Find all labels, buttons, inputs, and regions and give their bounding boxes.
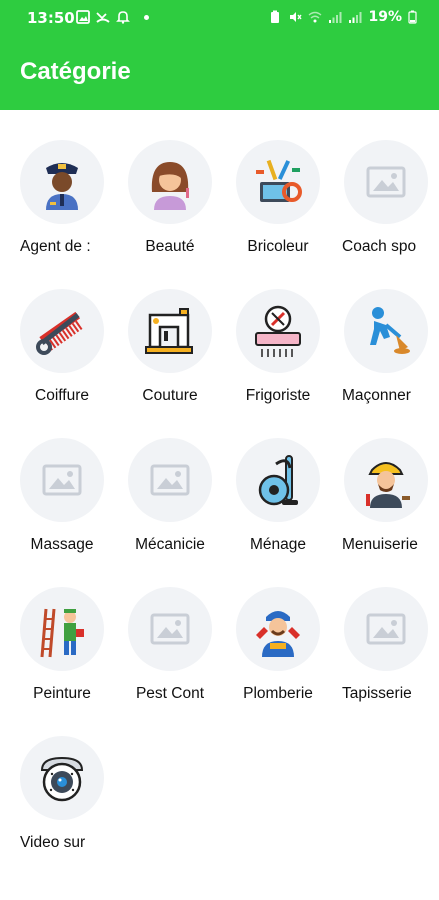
system-icons: 19%	[268, 9, 417, 25]
battery-icon	[408, 10, 417, 24]
category-icon-frame	[236, 140, 320, 224]
category-label: Video sur	[20, 834, 86, 851]
category-item-maconnerie[interactable]: Maçonner	[342, 289, 439, 429]
category-icon-frame	[128, 587, 212, 671]
category-label: Agent de :	[20, 238, 91, 255]
category-label: Bricoleur	[247, 238, 309, 255]
category-label: Pest Cont	[135, 685, 205, 702]
image-placeholder-icon	[150, 464, 190, 496]
category-item-plomberie[interactable]: Plomberie	[236, 587, 344, 727]
category-label: Frigoriste	[245, 387, 311, 404]
security-guard-icon	[46, 163, 78, 210]
category-icon-frame	[128, 140, 212, 224]
category-item-video-surveillance[interactable]: Video sur	[20, 736, 128, 876]
category-item-beaute[interactable]: Beauté	[128, 140, 236, 280]
category-item-pest-control[interactable]: Pest Cont	[128, 587, 236, 727]
app-header: 13:50 19% Catégorie	[0, 0, 439, 110]
category-item-coach-sportif[interactable]: Coach spo	[342, 140, 439, 280]
image-placeholder-icon	[42, 464, 82, 496]
image-icon	[76, 10, 90, 24]
page-title: Catégorie	[20, 58, 131, 85]
category-icon-frame	[344, 289, 428, 373]
category-item-couture[interactable]: Couture	[128, 289, 236, 429]
category-icon-frame	[20, 140, 104, 224]
category-icon-frame	[20, 438, 104, 522]
notification-icons	[76, 10, 149, 24]
battery-saver-icon	[271, 10, 280, 23]
wifi-icon	[309, 11, 322, 23]
category-icon-frame	[344, 587, 428, 671]
category-icon-frame	[236, 289, 320, 373]
category-label: Menuiserie	[342, 536, 418, 553]
category-item-tapisserie[interactable]: Tapisserie	[342, 587, 439, 727]
vacuum-cleaner-icon	[258, 455, 298, 506]
category-label: Peinture	[33, 685, 91, 702]
category-item-frigoriste[interactable]: Frigoriste	[236, 289, 344, 429]
signal-icon	[349, 12, 362, 23]
category-label: Couture	[142, 387, 198, 404]
category-icon-frame	[20, 736, 104, 820]
category-item-massage[interactable]: Massage	[20, 438, 128, 578]
carpenter-icon	[366, 462, 410, 508]
mason-worker-icon	[370, 307, 410, 354]
category-label: Plomberie	[243, 685, 313, 702]
battery-percent: 19%	[368, 9, 402, 25]
category-item-peinture[interactable]: Peinture	[20, 587, 128, 727]
category-label: Tapisserie	[342, 685, 412, 702]
category-icon-frame	[236, 587, 320, 671]
category-item-agent[interactable]: Agent de :	[20, 140, 128, 280]
category-label: Beauté	[145, 238, 195, 255]
category-icon-frame	[128, 438, 212, 522]
category-label: Maçonner	[342, 387, 411, 404]
category-icon-frame	[20, 587, 104, 671]
category-label: Coach spo	[342, 238, 417, 255]
category-icon-frame	[344, 140, 428, 224]
category-icon-frame	[236, 438, 320, 522]
tools-icon	[256, 159, 302, 202]
painter-icon	[40, 608, 84, 658]
status-bar: 13:50 19%	[0, 0, 439, 38]
image-placeholder-icon	[366, 613, 406, 645]
sewing-machine-icon	[145, 308, 193, 354]
category-label: Ménage	[249, 536, 306, 553]
air-conditioner-icon	[255, 305, 301, 357]
category-item-mecanicien[interactable]: Mécanicie	[128, 438, 236, 578]
image-placeholder-icon	[150, 613, 190, 645]
scissors-comb-icon	[36, 311, 83, 355]
category-item-bricoleur[interactable]: Bricoleur	[236, 140, 344, 280]
security-camera-icon	[40, 756, 84, 802]
category-label: Mécanicie	[135, 536, 205, 553]
bell-icon	[116, 11, 130, 24]
category-item-coiffure[interactable]: Coiffure	[20, 289, 128, 429]
category-icon-frame	[128, 289, 212, 373]
category-icon-frame	[344, 438, 428, 522]
category-item-menuiserie[interactable]: Menuiserie	[342, 438, 439, 578]
woman-beauty-icon	[151, 162, 189, 210]
mute-icon	[290, 12, 303, 22]
status-time: 13:50	[27, 9, 75, 27]
category-item-menage[interactable]: Ménage	[236, 438, 344, 578]
plumber-icon	[256, 611, 300, 657]
image-placeholder-icon	[366, 166, 406, 198]
category-label: Coiffure	[35, 387, 89, 404]
category-icon-frame	[20, 289, 104, 373]
missed-call-icon	[96, 12, 110, 23]
dot-icon	[144, 14, 149, 20]
category-label: Massage	[30, 536, 94, 553]
signal-icon	[329, 12, 342, 23]
